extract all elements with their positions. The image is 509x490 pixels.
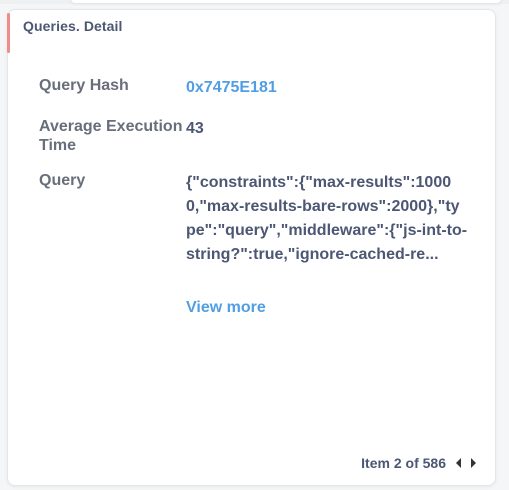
caret-left-icon	[456, 458, 461, 468]
query-hash-label: Query Hash	[39, 77, 129, 94]
next-item-button[interactable]	[466, 455, 480, 471]
query-value: {"constraints":{"max-results":10000,"max…	[186, 174, 468, 263]
field-average-execution-time: Average Execution Time 43	[39, 117, 468, 155]
field-query: Query {"constraints":{"max-results":1000…	[39, 171, 468, 267]
query-label: Query	[39, 172, 86, 189]
card-title: Queries. Detail	[23, 18, 123, 34]
detail-card: Queries. Detail Query Hash 0x7475E181 Av…	[7, 9, 496, 486]
previous-card-edge	[70, 0, 502, 4]
pagination: Item 2 of 586	[361, 455, 480, 471]
average-execution-time-value: 43	[186, 120, 204, 137]
previous-item-button[interactable]	[452, 455, 466, 471]
average-execution-time-label: Average Execution Time	[39, 118, 183, 154]
field-query-hash: Query Hash 0x7475E181	[39, 76, 468, 100]
card-accent-bar	[7, 13, 10, 53]
pagination-text: Item 2 of 586	[361, 455, 446, 471]
view-more-link[interactable]: View more	[186, 299, 266, 317]
query-hash-value-link[interactable]: 0x7475E181	[186, 76, 468, 100]
caret-right-icon	[471, 458, 476, 468]
